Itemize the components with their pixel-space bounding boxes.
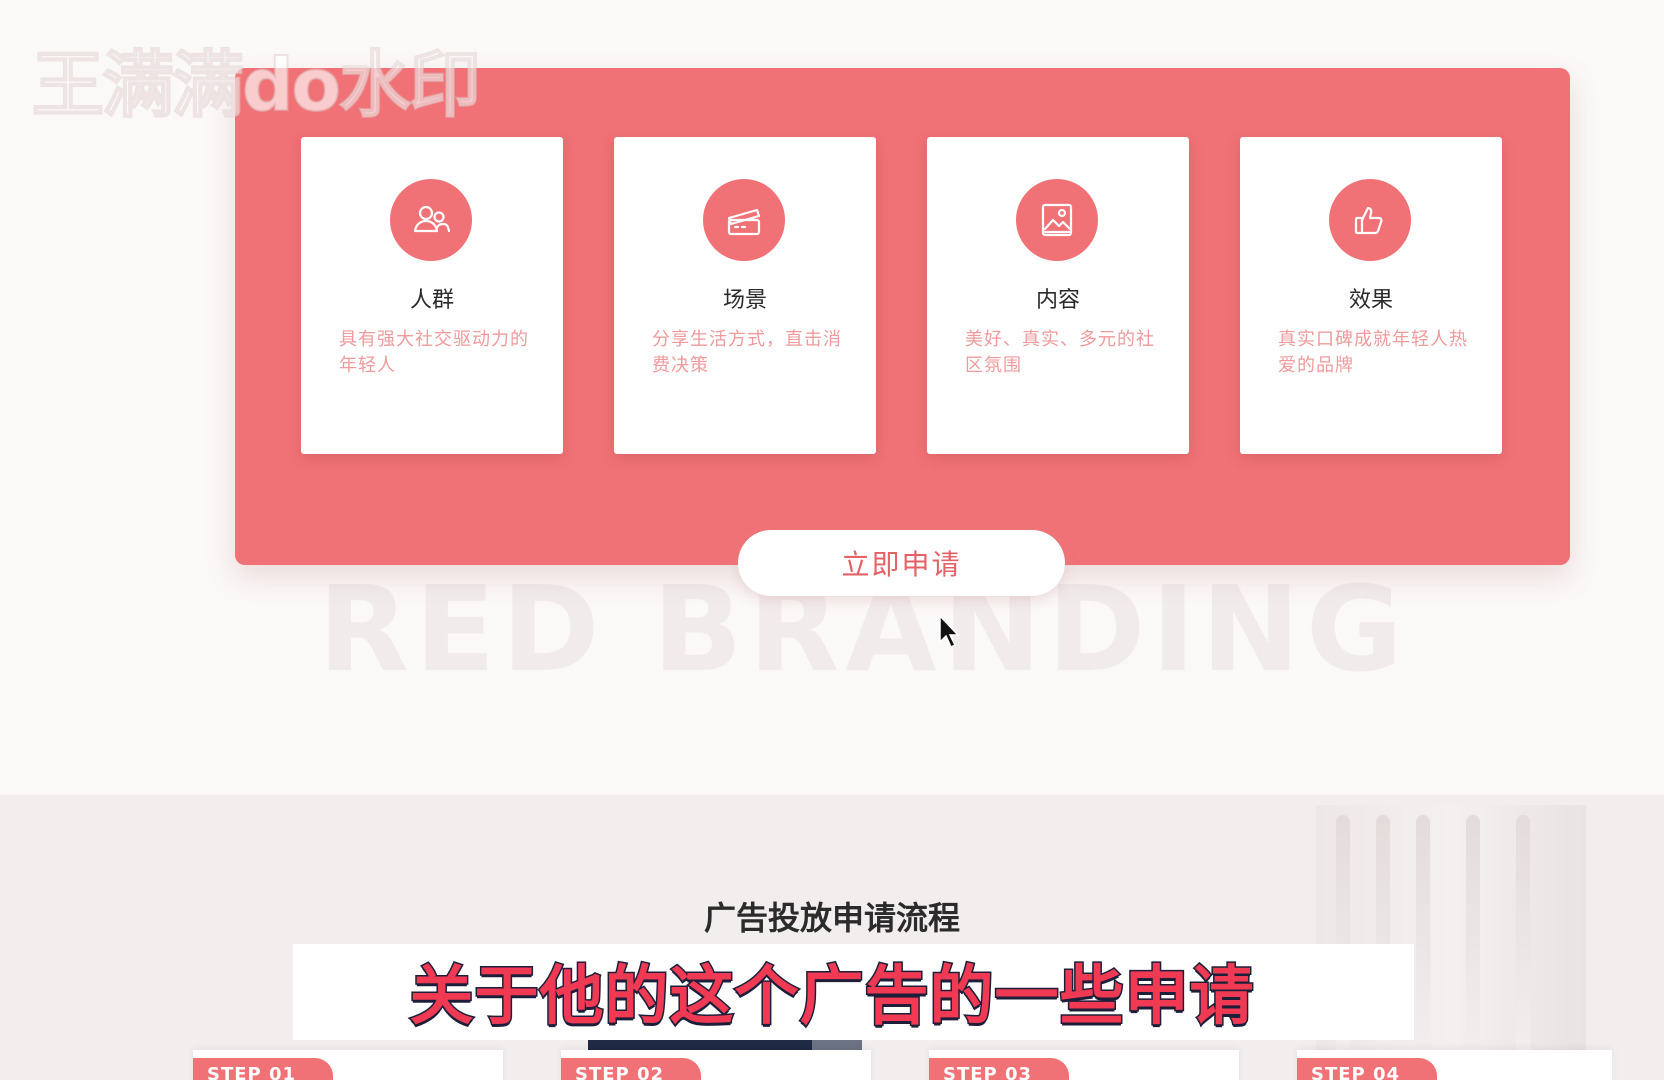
process-title: 广告投放申请流程	[703, 899, 960, 937]
people-icon	[390, 179, 472, 261]
mouse-cursor-icon	[939, 614, 960, 649]
clapperboard-icon	[703, 179, 785, 261]
process-step-card: STEP 03	[929, 1050, 1239, 1080]
feature-title: 效果	[1348, 288, 1393, 313]
feature-card-scene: 场景 分享生活方式，直击消费决策	[614, 137, 876, 454]
feature-title: 内容	[1035, 288, 1080, 313]
step-label: STEP 02	[561, 1058, 701, 1080]
video-subtitle-caption: 关于他的这个广告的一些申请	[408, 959, 1255, 1036]
step-label: STEP 03	[929, 1058, 1069, 1080]
feature-card-audience: 人群 具有强大社交驱动力的年轻人	[301, 137, 563, 454]
step-label: STEP 04	[1297, 1058, 1437, 1080]
process-step-card: STEP 01	[193, 1050, 503, 1080]
feature-description: 美好、真实、多元的社区氛围	[965, 329, 1155, 376]
process-step-card: STEP 02	[561, 1050, 871, 1080]
apply-now-button[interactable]: 立即申请	[738, 530, 1065, 596]
feature-card-effect: 效果 真实口碑成就年轻人热爱的品牌	[1240, 137, 1502, 454]
feature-description: 分享生活方式，直击消费决策	[652, 329, 842, 376]
page: 王满满do水印 RED BRANDING 人群 具有强大社交驱动力的年轻人 场景…	[0, 0, 1664, 1080]
feature-description: 真实口碑成就年轻人热爱的品牌	[1278, 329, 1468, 376]
step-label: STEP 01	[193, 1058, 333, 1080]
thumbs-up-icon	[1329, 179, 1411, 261]
feature-description: 具有强大社交驱动力的年轻人	[339, 329, 529, 376]
feature-card-content: 内容 美好、真实、多元的社区氛围	[927, 137, 1189, 454]
process-step-card: STEP 04	[1297, 1050, 1612, 1080]
feature-title: 人群	[409, 288, 454, 313]
feature-title: 场景	[722, 288, 767, 313]
watermark: 王满满do水印	[31, 42, 482, 128]
image-icon	[1016, 179, 1098, 261]
